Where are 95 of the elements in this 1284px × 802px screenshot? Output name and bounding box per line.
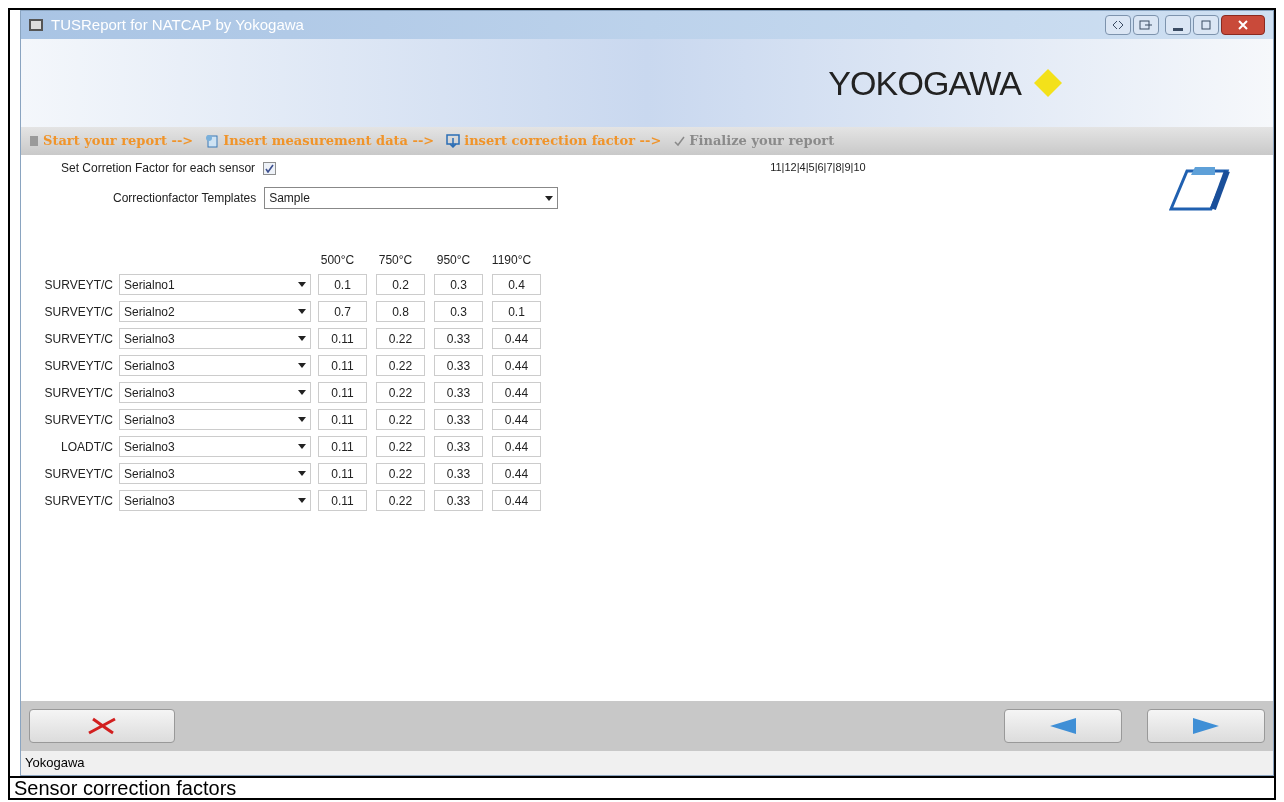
dropdown-arrow-icon bbox=[298, 336, 306, 341]
minimize-button[interactable] bbox=[1165, 15, 1191, 35]
column-header: 500°C bbox=[319, 252, 356, 269]
dropdown-arrow-icon bbox=[545, 195, 554, 201]
factor-field[interactable]: 0.4 bbox=[492, 274, 541, 295]
factor-field[interactable]: 0.44 bbox=[492, 490, 541, 511]
templates-label: Correctionfactor Templates bbox=[113, 190, 257, 207]
serial-dropdown[interactable]: Serialno3 bbox=[119, 328, 311, 349]
dropdown-arrow-icon bbox=[298, 498, 306, 503]
checkbox[interactable] bbox=[263, 161, 277, 175]
close-icon bbox=[1237, 20, 1249, 30]
dropdown-arrow-icon bbox=[298, 363, 306, 368]
factor-field[interactable]: 0.22 bbox=[376, 490, 425, 511]
dropdown-arrow-icon bbox=[298, 444, 306, 449]
download-icon bbox=[446, 134, 461, 148]
serial-dropdown[interactable]: Serialno3 bbox=[119, 409, 311, 430]
factor-field[interactable]: 0.22 bbox=[376, 463, 425, 484]
serial-dropdown[interactable]: Serialno3 bbox=[119, 382, 311, 403]
factor-field[interactable]: 0.7 bbox=[318, 301, 367, 322]
dropdown-arrow-icon bbox=[298, 309, 306, 314]
factor-field[interactable]: 0.33 bbox=[434, 436, 483, 457]
factor-field[interactable]: 0.1 bbox=[318, 274, 367, 295]
factor-field[interactable]: 0.44 bbox=[492, 409, 541, 430]
sensor-label: SURVEYT/C bbox=[43, 276, 113, 294]
caption: Sensor correction factors bbox=[14, 778, 237, 798]
checkbox-label: Set Corretion Factor for each sensor bbox=[61, 160, 256, 177]
sensor-label: LOADT/C bbox=[60, 438, 113, 456]
dropdown-arrow-icon bbox=[298, 390, 306, 395]
factor-field[interactable]: 0.44 bbox=[492, 382, 541, 403]
serial-dropdown[interactable]: Serialno3 bbox=[119, 355, 311, 376]
next-button[interactable] bbox=[1147, 709, 1265, 743]
x-icon bbox=[87, 717, 117, 735]
sensor-label: SURVEYT/C bbox=[43, 411, 113, 429]
factor-field[interactable]: 0.11 bbox=[318, 409, 367, 430]
cancel-button[interactable] bbox=[29, 709, 175, 743]
factor-field[interactable]: 0.11 bbox=[318, 355, 367, 376]
factor-field[interactable]: 0.11 bbox=[318, 463, 367, 484]
column-header: 950°C bbox=[435, 252, 472, 269]
factor-field[interactable]: 0.44 bbox=[492, 355, 541, 376]
dropdown-arrow-icon bbox=[298, 417, 306, 422]
sensor-label: SURVEYT/C bbox=[43, 303, 113, 321]
factor-field[interactable]: 0.44 bbox=[492, 328, 541, 349]
diamond-icon bbox=[1033, 68, 1063, 98]
tile-button[interactable] bbox=[1105, 15, 1131, 35]
serial-dropdown[interactable]: Serialno3 bbox=[119, 463, 311, 484]
checkmark-icon bbox=[265, 163, 275, 173]
sensor-label: SURVEYT/C bbox=[43, 357, 113, 375]
templates-dropdown[interactable]: Sample bbox=[264, 187, 559, 209]
factor-field[interactable]: 0.22 bbox=[376, 328, 425, 349]
window-title: TUSReport for NATCAP by Yokogawa bbox=[51, 14, 305, 35]
factor-field[interactable]: 0.33 bbox=[434, 490, 483, 511]
factor-field[interactable]: 0.11 bbox=[318, 382, 367, 403]
sensor-label: SURVEYT/C bbox=[43, 330, 113, 348]
factor-field[interactable]: 0.2 bbox=[376, 274, 425, 295]
factor-field[interactable]: 0.33 bbox=[434, 382, 483, 403]
maximize-icon bbox=[1200, 20, 1212, 30]
serial-dropdown[interactable]: Serialno2 bbox=[119, 301, 311, 322]
column-header: 1190°C bbox=[490, 252, 533, 269]
factor-field[interactable]: 0.44 bbox=[492, 436, 541, 457]
sensor-label: SURVEYT/C bbox=[43, 465, 113, 483]
minimize-icon bbox=[1173, 27, 1183, 31]
page-links[interactable]: 11|12|4|5|6|7|8|9|10 bbox=[770, 159, 866, 211]
serial-dropdown[interactable]: Serialno3 bbox=[119, 436, 311, 457]
app-icon bbox=[29, 19, 43, 31]
factor-field[interactable]: 0.33 bbox=[434, 355, 483, 376]
factor-field[interactable]: 0.3 bbox=[434, 301, 483, 322]
factor-field[interactable]: 0.11 bbox=[318, 490, 367, 511]
dropdown-arrow-icon bbox=[298, 471, 306, 476]
factor-field[interactable]: 0.11 bbox=[318, 436, 367, 457]
factor-field[interactable]: 0.22 bbox=[376, 436, 425, 457]
factor-field[interactable]: 0.22 bbox=[376, 382, 425, 403]
sensor-label: SURVEYT/C bbox=[43, 384, 113, 402]
split-icon bbox=[1111, 20, 1125, 30]
factor-field[interactable]: 0.1 bbox=[492, 301, 541, 322]
column-header: 750°C bbox=[377, 252, 414, 269]
factor-field[interactable]: 0.33 bbox=[434, 328, 483, 349]
serial-dropdown[interactable]: Serialno1 bbox=[119, 274, 311, 295]
brand-logo: YOKOGAWA bbox=[828, 62, 1021, 104]
check-icon bbox=[673, 135, 686, 147]
factor-field[interactable]: 0.33 bbox=[434, 463, 483, 484]
serial-dropdown[interactable]: Serialno3 bbox=[119, 490, 311, 511]
dropdown-arrow-icon bbox=[298, 282, 306, 287]
back-button[interactable] bbox=[1004, 709, 1122, 743]
sensor-label: SURVEYT/C bbox=[43, 492, 113, 510]
factor-field[interactable]: 0.22 bbox=[376, 355, 425, 376]
factor-field[interactable]: 0.33 bbox=[434, 409, 483, 430]
factor-field[interactable]: 0.44 bbox=[492, 463, 541, 484]
close-button[interactable] bbox=[1221, 15, 1265, 35]
factor-field[interactable]: 0.11 bbox=[318, 328, 367, 349]
status-text: Yokogawa bbox=[25, 754, 85, 773]
factor-field[interactable]: 0.22 bbox=[376, 409, 425, 430]
factor-field[interactable]: 0.8 bbox=[376, 301, 425, 322]
document-icon bbox=[205, 134, 220, 148]
factor-field[interactable]: 0.3 bbox=[434, 274, 483, 295]
export-icon bbox=[1139, 20, 1153, 30]
